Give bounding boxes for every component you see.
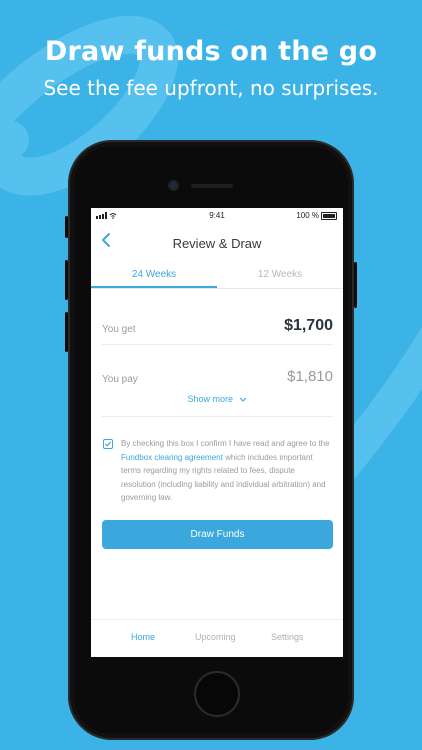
phone-mute-switch xyxy=(65,216,68,238)
promo-subheadline: See the fee upfront, no surprises. xyxy=(43,76,379,100)
agreement-text-before: By checking this box I confirm I have re… xyxy=(121,439,330,448)
status-battery: 100 % xyxy=(296,211,337,220)
phone-home-button[interactable] xyxy=(194,671,240,717)
you-pay-value: $1,810 xyxy=(287,368,333,385)
front-camera xyxy=(170,182,177,189)
draw-funds-button[interactable]: Draw Funds xyxy=(102,520,333,549)
page-title: Review & Draw xyxy=(172,236,262,251)
you-get-value: $1,700 xyxy=(284,317,333,334)
you-pay-row: You pay $1,810 xyxy=(102,364,333,394)
chevron-down-icon xyxy=(239,397,246,402)
bottom-nav-settings[interactable]: Settings xyxy=(271,632,304,642)
agreement-text: By checking this box I confirm I have re… xyxy=(121,437,331,505)
phone-volume-down xyxy=(65,312,68,352)
battery-icon xyxy=(321,211,337,220)
show-more-button[interactable]: Show more xyxy=(91,394,343,404)
agreement-checkbox[interactable] xyxy=(103,439,113,449)
app-screen: 9:41 100 % Review & Draw 24 Weeks 12 Wee… xyxy=(91,208,343,657)
promo-headline: Draw funds on the go xyxy=(44,36,378,67)
bottom-tab-bar: Home Upcoming Settings xyxy=(91,619,343,657)
tab-24-weeks[interactable]: 24 Weeks xyxy=(91,269,217,280)
clearing-agreement-link[interactable]: Fundbox clearing agreement xyxy=(121,453,223,462)
earpiece-speaker xyxy=(191,184,233,188)
nav-bar: Review & Draw xyxy=(91,226,343,256)
tab-12-weeks[interactable]: 12 Weeks xyxy=(217,269,343,280)
status-bar: 9:41 100 % xyxy=(91,208,343,224)
phone-volume-up xyxy=(65,260,68,300)
active-tab-indicator xyxy=(91,286,217,288)
checkmark-icon xyxy=(105,441,112,447)
you-get-row: You get $1,700 xyxy=(102,314,333,345)
bottom-nav-home[interactable]: Home xyxy=(131,632,155,642)
you-get-label: You get xyxy=(102,324,136,335)
bottom-nav-upcoming[interactable]: Upcoming xyxy=(195,632,236,642)
phone-bezel: 9:41 100 % Review & Draw 24 Weeks 12 Wee… xyxy=(74,146,348,734)
phone-power-button xyxy=(354,262,357,308)
phone-frame: 9:41 100 % Review & Draw 24 Weeks 12 Wee… xyxy=(65,140,357,740)
term-tabs: 24 Weeks 12 Weeks xyxy=(91,264,343,289)
you-pay-label: You pay xyxy=(102,374,138,385)
divider xyxy=(102,416,333,417)
show-more-label: Show more xyxy=(187,394,233,404)
battery-percent: 100 % xyxy=(296,211,319,220)
